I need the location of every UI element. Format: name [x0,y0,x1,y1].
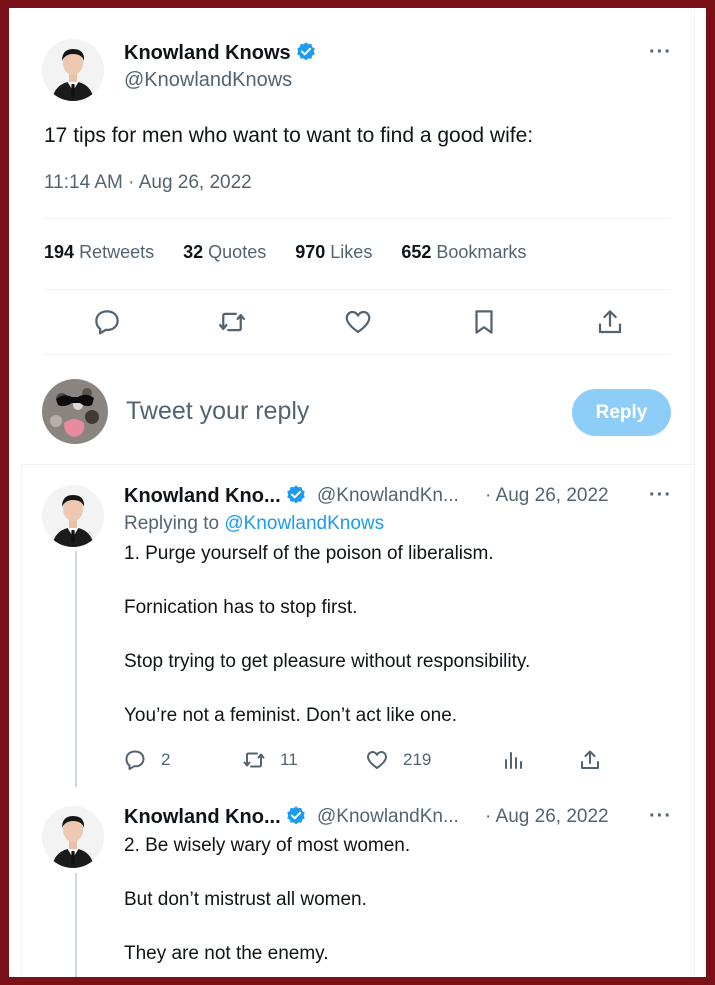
reply-author-handle[interactable]: @KnowlandKn... [317,485,459,507]
replying-to-label: Replying to [124,513,220,534]
like-icon[interactable] [343,307,373,337]
thread-connector [75,873,77,977]
reply-text-line: Stop trying to get pleasure without resp… [124,651,531,672]
divider [43,289,671,290]
verified-badge-icon [296,42,315,61]
column-border-right [694,8,695,977]
current-user-avatar[interactable] [42,379,108,444]
author-name-text: Knowland Knows [124,42,291,64]
retweet-count: 11 [280,750,298,769]
tweet-timestamp[interactable]: 11:14 AM · Aug 26, 2022 [44,172,252,194]
reply-author-name-text: Knowland Kno... [124,485,281,507]
tweet-thread-page: Knowland Knows @KnowlandKnows ··· 17 tip… [9,8,706,977]
column-border-left [21,464,22,977]
reply-date[interactable]: · Aug 26, 2022 [485,485,609,507]
divider [43,218,671,219]
more-icon[interactable]: ··· [649,484,672,507]
reply-count-button[interactable]: 2 [123,748,170,772]
tweet-stats: 194 Retweets 32 Quotes 970 Likes 652 Boo… [44,242,550,263]
reply-author-name-text: Knowland Kno... [124,806,281,828]
reply-icon[interactable] [92,307,122,337]
views-button[interactable] [501,748,539,772]
reply-author-name[interactable]: Knowland Kno... [124,805,307,829]
reply-text-line: But don’t mistrust all women. [124,889,367,910]
views-icon [505,752,522,769]
author-handle[interactable]: @KnowlandKnows [124,69,292,92]
reply-text-line: Fornication has to stop first. [124,597,358,618]
reply-text-line: They are not the enemy. [124,943,329,964]
divider [21,464,695,465]
reply-input[interactable]: Tweet your reply [126,397,309,426]
bookmark-icon[interactable] [469,307,499,337]
retweet-icon [243,752,265,768]
share-button[interactable] [578,748,616,772]
tweet-text: 17 tips for men who want to want to find… [44,124,534,147]
verified-badge-icon [286,485,305,504]
share-icon [581,750,599,769]
like-count-button[interactable]: 219 [365,748,431,772]
reply-text-line: 1. Purge yourself of the poison of liber… [124,543,494,564]
reply-author-avatar[interactable] [42,806,104,868]
reply-icon [125,750,145,770]
retweet-icon[interactable] [217,307,247,337]
retweets-stat[interactable]: 194 Retweets [44,242,154,263]
replying-to: Replying to @KnowlandKnows [124,513,384,535]
like-icon [367,751,387,769]
reply-date[interactable]: · Aug 26, 2022 [485,806,609,828]
reply-author-avatar[interactable] [42,485,104,547]
replying-to-handle-link[interactable]: @KnowlandKnows [224,513,384,534]
like-count: 219 [403,750,432,769]
quotes-stat[interactable]: 32 Quotes [183,242,266,263]
retweet-count-button[interactable]: 11 [242,748,298,772]
reply-button[interactable]: Reply [572,389,671,436]
reply-text-line: 2. Be wisely wary of most women. [124,835,411,856]
bookmarks-stat[interactable]: 652 Bookmarks [401,242,526,263]
reply-text-line: You’re not a feminist. Don’t act like on… [124,705,458,726]
author-avatar[interactable] [42,39,104,101]
verified-badge-icon [286,806,305,825]
share-icon[interactable] [595,307,625,337]
thread-connector [75,551,77,787]
likes-stat[interactable]: 970 Likes [295,242,372,263]
reply-count: 2 [161,750,171,769]
reply-author-handle[interactable]: @KnowlandKn... [317,806,459,828]
reply-author-name[interactable]: Knowland Kno... [124,484,307,508]
divider [43,354,671,355]
author-name[interactable]: Knowland Knows [124,41,317,65]
more-icon[interactable]: ··· [649,805,672,828]
more-icon[interactable]: ··· [649,41,672,64]
